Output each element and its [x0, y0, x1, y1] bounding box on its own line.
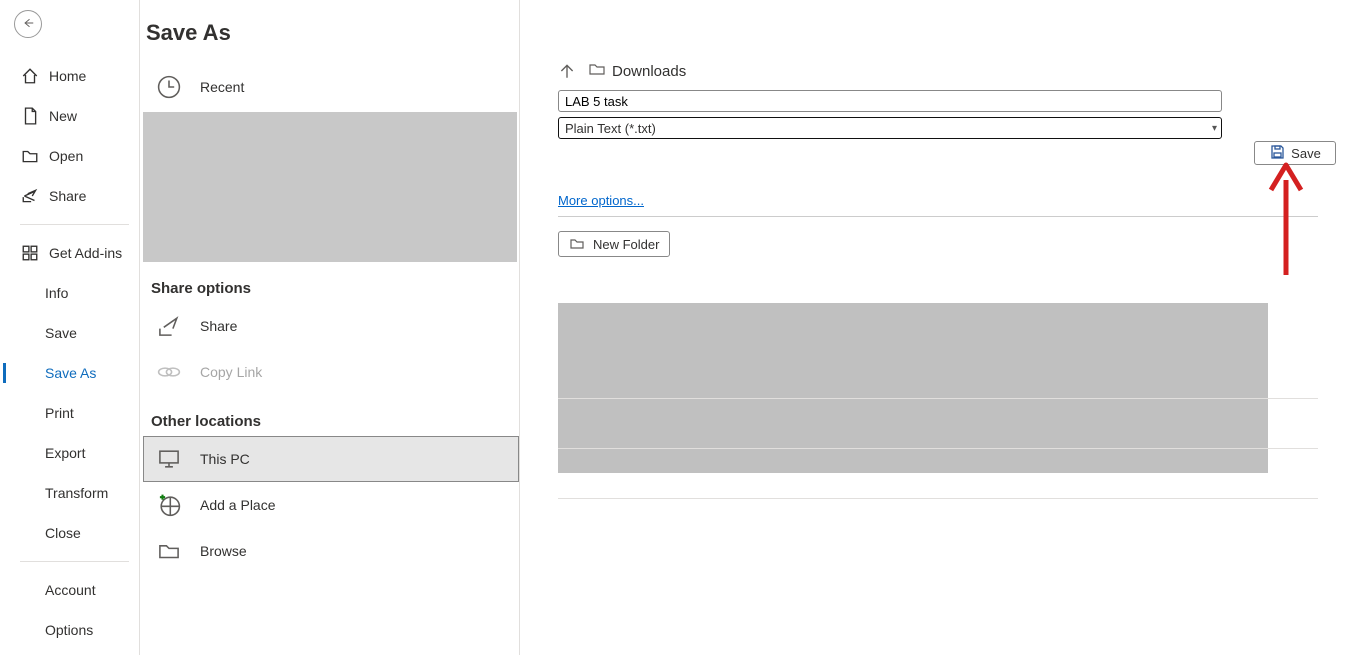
nav-transform[interactable]: Transform — [0, 473, 139, 513]
folder-icon — [152, 534, 186, 568]
nav-home[interactable]: Home — [0, 56, 139, 96]
nav-label: Save As — [45, 365, 96, 381]
nav-label: Account — [45, 582, 96, 598]
home-icon — [21, 67, 39, 85]
page-title: Save As — [143, 20, 519, 64]
nav-label: Get Add-ins — [49, 245, 122, 261]
new-folder-label: New Folder — [593, 237, 659, 252]
item-label: Add a Place — [200, 497, 276, 513]
current-folder[interactable]: Downloads — [588, 60, 686, 82]
share-icon — [21, 187, 39, 205]
nav-label: Info — [45, 285, 68, 301]
save-disk-icon — [1269, 144, 1285, 163]
pc-icon — [152, 442, 186, 476]
nav-label: Print — [45, 405, 74, 421]
nav-label: Home — [49, 68, 86, 84]
location-label: Recent — [200, 79, 244, 95]
pinned-placeholder — [143, 112, 517, 262]
folder-icon — [588, 60, 606, 82]
clock-icon — [152, 70, 186, 104]
nav-label: Open — [49, 148, 83, 164]
nav-label: Share — [49, 188, 86, 204]
share-arrow-icon — [152, 309, 186, 343]
filename-input[interactable] — [558, 90, 1222, 112]
save-button-label: Save — [1291, 146, 1321, 161]
nav-print[interactable]: Print — [0, 393, 139, 433]
save-panel: Downloads Plain Text (*.txt) ▾ Save More… — [520, 0, 1366, 655]
link-icon — [152, 355, 186, 389]
nav-save-as[interactable]: Save As — [0, 353, 139, 393]
nav-label: Save — [45, 325, 77, 341]
backstage-sidebar: Home New Open Share Get Add-ins Info Sav… — [0, 0, 140, 655]
addins-icon — [21, 244, 39, 262]
nav-label: Transform — [45, 485, 108, 501]
back-button[interactable] — [14, 10, 42, 38]
divider — [558, 216, 1318, 217]
sidebar-divider — [20, 224, 129, 225]
annotation-arrow — [1261, 160, 1311, 283]
new-folder-icon — [569, 235, 585, 254]
filetype-dropdown[interactable]: Plain Text (*.txt) ▾ — [558, 117, 1222, 139]
item-label: Share — [200, 318, 237, 334]
save-button[interactable]: Save — [1254, 141, 1336, 165]
nav-share[interactable]: Share — [0, 176, 139, 216]
nav-label: Options — [45, 622, 93, 638]
chevron-down-icon: ▾ — [1212, 123, 1217, 134]
nav-open[interactable]: Open — [0, 136, 139, 176]
other-locations-heading: Other locations — [143, 395, 519, 436]
item-label: Copy Link — [200, 364, 262, 380]
item-label: This PC — [200, 451, 250, 467]
item-label: Browse — [200, 543, 247, 559]
share-item[interactable]: Share — [143, 303, 519, 349]
file-list-rows — [558, 349, 1318, 499]
nav-get-addins[interactable]: Get Add-ins — [0, 233, 139, 273]
new-folder-button[interactable]: New Folder — [558, 231, 670, 257]
location-recent[interactable]: Recent — [143, 64, 519, 110]
nav-options[interactable]: Options — [0, 610, 139, 650]
folder-open-icon — [21, 147, 39, 165]
more-options-link[interactable]: More options... — [558, 193, 644, 208]
breadcrumb: Downloads — [558, 60, 1336, 82]
nav-new[interactable]: New — [0, 96, 139, 136]
add-place-item[interactable]: Add a Place — [143, 482, 519, 528]
document-new-icon — [21, 107, 39, 125]
folder-name: Downloads — [612, 63, 686, 80]
nav-info[interactable]: Info — [0, 273, 139, 313]
nav-label: New — [49, 108, 77, 124]
up-folder-button[interactable] — [558, 62, 576, 80]
nav-label: Close — [45, 525, 81, 541]
nav-close[interactable]: Close — [0, 513, 139, 553]
locations-panel: Save As Recent Share options Share Copy … — [140, 0, 520, 655]
share-options-heading: Share options — [143, 262, 519, 303]
nav-account[interactable]: Account — [0, 570, 139, 610]
arrow-left-icon — [21, 16, 35, 32]
filetype-value: Plain Text (*.txt) — [565, 121, 656, 136]
this-pc-item[interactable]: This PC — [143, 436, 519, 482]
copy-link-item: Copy Link — [143, 349, 519, 395]
nav-save[interactable]: Save — [0, 313, 139, 353]
nav-label: Export — [45, 445, 85, 461]
nav-export[interactable]: Export — [0, 433, 139, 473]
sidebar-divider — [20, 561, 129, 562]
browse-item[interactable]: Browse — [143, 528, 519, 574]
globe-plus-icon — [152, 488, 186, 522]
